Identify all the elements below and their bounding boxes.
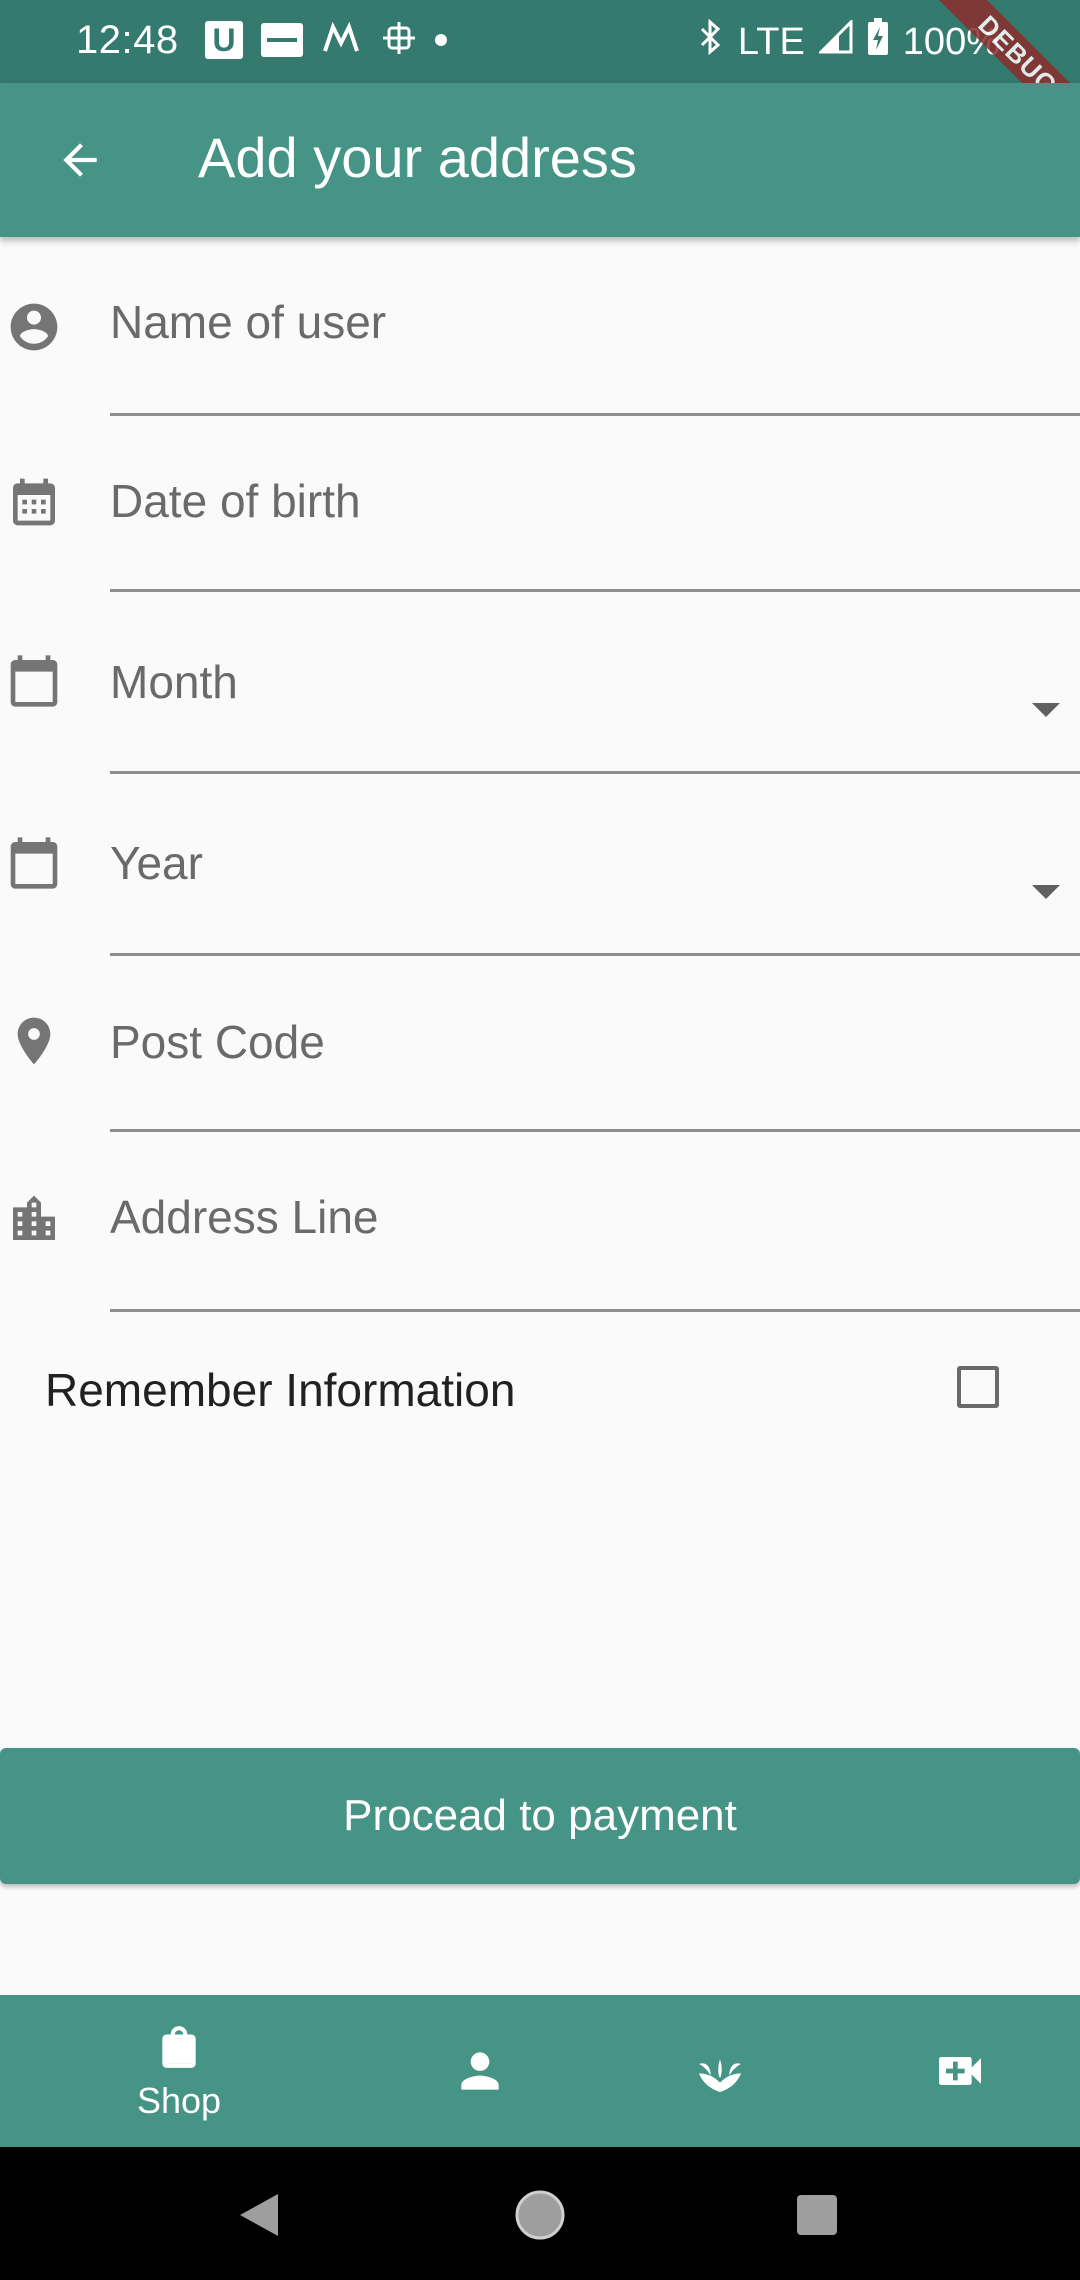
name-field[interactable]: Name of user (110, 237, 1080, 416)
nav-item-video[interactable] (860, 1995, 1060, 2147)
mi-app-icon (321, 21, 363, 60)
system-recents-button[interactable] (782, 2180, 852, 2250)
system-nav-bar (0, 2147, 1080, 2280)
year-field-label: Year (110, 837, 203, 889)
month-dropdown[interactable]: Month (110, 593, 1080, 774)
month-row: Month (0, 593, 1080, 775)
name-field-label: Name of user (110, 296, 387, 348)
postcode-row: Post Code (0, 957, 1080, 1133)
video-call-icon (939, 2057, 981, 2085)
status-notification-icons: U (205, 18, 447, 62)
bottom-nav: Shop (0, 1995, 1080, 2147)
bluetooth-icon (698, 18, 724, 65)
remember-row: Remember Information (0, 1348, 1080, 1428)
page-title: Add your address (198, 126, 637, 189)
address-field[interactable]: Address Line (110, 1133, 1080, 1312)
nav-item-spa[interactable] (620, 1995, 820, 2147)
address-row: Address Line (0, 1133, 1080, 1313)
dob-field[interactable]: Date of birth (110, 417, 1080, 592)
spa-icon (699, 2059, 741, 2092)
arrow-back-icon (63, 143, 97, 177)
remember-label: Remember Information (45, 1364, 516, 1416)
network-type: LTE (737, 20, 805, 63)
calendar-icon (6, 835, 62, 891)
month-field-label: Month (110, 656, 238, 708)
account-circle-icon (6, 299, 62, 355)
remember-checkbox[interactable] (957, 1366, 999, 1408)
dropdown-arrow-icon (1032, 885, 1060, 899)
battery-charging-icon (867, 18, 889, 66)
nav-item-shop[interactable]: Shop (79, 1995, 279, 2147)
dob-row: Date of birth (0, 417, 1080, 593)
year-row: Year (0, 775, 1080, 957)
postcode-field[interactable]: Post Code (110, 957, 1080, 1132)
shopping-bag-icon (162, 2026, 196, 2068)
circle-home-icon (515, 2190, 565, 2240)
calendar-icon (6, 653, 62, 709)
name-row: Name of user (0, 237, 1080, 417)
u-app-icon: U (205, 21, 243, 59)
nav-item-profile[interactable] (380, 1995, 580, 2147)
signal-icon (817, 18, 853, 64)
address-field-label: Address Line (110, 1191, 379, 1243)
city-icon (6, 1191, 62, 1247)
status-time: 12:48 (76, 18, 179, 62)
zomato-icon (261, 23, 303, 57)
square-recents-icon (797, 2195, 837, 2235)
triangle-back-icon (240, 2194, 278, 2236)
status-bar: 12:48 U LTE 100% DEBUG (0, 0, 1080, 152)
notification-dot-icon (435, 34, 447, 46)
location-pin-icon (6, 1013, 62, 1069)
proceed-to-payment-button[interactable]: Procead to payment (0, 1748, 1080, 1884)
calendar-dots-icon (6, 474, 62, 530)
nav-label-shop: Shop (136, 2080, 222, 2121)
status-system-icons: LTE 100% (698, 18, 1000, 66)
app-bar: Add your address (0, 83, 1080, 237)
back-button[interactable] (40, 120, 120, 200)
network-tower-icon (381, 20, 417, 61)
dropdown-arrow-icon (1032, 703, 1060, 717)
postcode-field-label: Post Code (110, 1016, 325, 1068)
dob-field-label: Date of birth (110, 475, 361, 527)
system-back-button[interactable] (224, 2180, 294, 2250)
system-home-button[interactable] (505, 2180, 575, 2250)
person-icon (461, 2052, 499, 2090)
year-dropdown[interactable]: Year (110, 775, 1080, 956)
